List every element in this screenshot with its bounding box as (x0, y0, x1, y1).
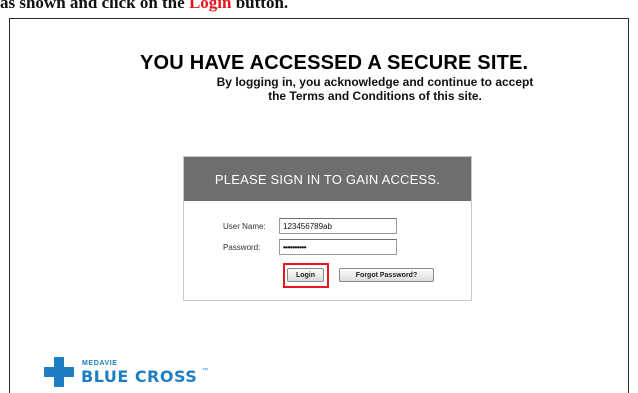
page-headline: YOU HAVE ACCESSED A SECURE SITE. (140, 52, 529, 74)
logo-trademark: ™ (202, 368, 208, 374)
caption-suffix: button. (231, 0, 289, 12)
cross-icon (44, 357, 74, 387)
subline-line-2: the Terms and Conditions of this site. (268, 88, 482, 103)
forgot-password-button[interactable]: Forgot Password? (339, 268, 434, 282)
login-banner: PLEASE SIGN IN TO GAIN ACCESS. (184, 157, 471, 201)
password-label: Password: (223, 242, 261, 252)
page-subline: By logging in, you acknowledge and conti… (160, 75, 590, 103)
username-label: User Name: (223, 221, 266, 231)
logo-big-text: BLUE CROSS (81, 367, 198, 386)
password-row: Password: •••••••••• (223, 239, 397, 255)
logo-small-text: MEDAVIE (82, 360, 118, 367)
login-panel: PLEASE SIGN IN TO GAIN ACCESS. User Name… (183, 156, 472, 301)
login-button[interactable]: Login (287, 268, 324, 282)
username-input[interactable]: 123456789ab (279, 218, 397, 234)
medavie-blue-cross-logo: MEDAVIE BLUE CROSS ™ (44, 357, 244, 387)
caption-prefix: as shown and click on the (0, 0, 189, 12)
subline-line-1: By logging in, you acknowledge and conti… (216, 75, 534, 89)
username-row: User Name: 123456789ab (223, 218, 397, 234)
instruction-caption: as shown and click on the Login button. (0, 0, 638, 13)
caption-highlight: Login (188, 0, 232, 12)
password-input[interactable]: •••••••••• (279, 239, 397, 255)
